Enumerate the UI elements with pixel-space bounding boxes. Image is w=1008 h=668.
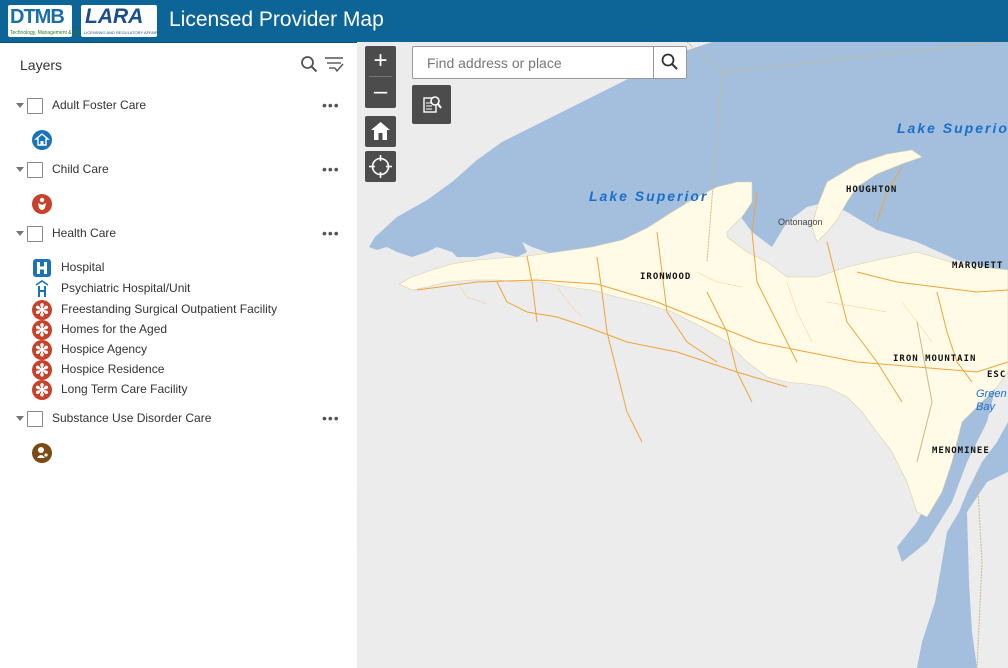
layer-visibility-checkbox[interactable] (27, 162, 43, 178)
app-root: DTMB Technology, Management & Budget LAR… (0, 0, 1008, 668)
filter-list-icon[interactable] (324, 55, 344, 73)
layers-panel-title: Layers (20, 57, 63, 73)
asterisk-icon: ✻ (32, 340, 52, 360)
dtmb-logo-text: DTMB (10, 6, 65, 28)
expand-caret-icon[interactable] (16, 231, 24, 236)
lara-logo: LARA LICENSING AND REGULATORY AFFAIRS (81, 5, 161, 37)
home-button[interactable] (365, 116, 396, 147)
asterisk-icon: ✻ (32, 300, 52, 320)
query-document-icon (423, 96, 442, 113)
city-label-escanaba: ESC (987, 370, 1007, 380)
psychiatric-hospital-icon (35, 280, 49, 297)
layer-visibility-checkbox[interactable] (27, 98, 43, 114)
green-bay-label: Green Bay (976, 388, 1007, 413)
more-options-button[interactable]: ••• (322, 226, 340, 240)
city-label-marquette: MARQUETT (952, 261, 1004, 271)
layer-label: Health Care (52, 226, 117, 240)
more-options-button[interactable]: ••• (322, 411, 340, 425)
hospital-icon (33, 259, 51, 277)
dtmb-logo: DTMB Technology, Management & Budget (8, 5, 89, 37)
legend-label: Homes for the Aged (61, 322, 168, 336)
expand-caret-icon[interactable] (16, 167, 24, 172)
zoom-out-button[interactable]: – (365, 77, 396, 107)
legend-item: ✻ Freestanding Surgical Outpatient Facil… (32, 300, 332, 320)
asterisk-icon: ✻ (32, 320, 52, 340)
legend-item: Hospital (32, 258, 332, 277)
child-care-icon (32, 194, 52, 214)
adult-foster-care-icon (32, 130, 52, 150)
lara-logo-subtitle: LICENSING AND REGULATORY AFFAIRS (84, 30, 161, 35)
zoom-control: + – (365, 46, 396, 108)
more-options-button[interactable]: ••• (322, 162, 340, 176)
locate-icon (369, 155, 392, 178)
expand-caret-icon[interactable] (16, 416, 24, 421)
city-label-houghton: HOUGHTON (846, 185, 898, 195)
city-label-menominee: MENOMINEE (932, 446, 990, 456)
layer-label: Substance Use Disorder Care (52, 411, 212, 425)
app-title: Licensed Provider Map (169, 8, 384, 31)
layer-label: Adult Foster Care (52, 98, 147, 112)
home-icon (371, 122, 390, 140)
asterisk-icon: ✻ (32, 380, 52, 400)
layers-panel: Layers Adult Foster Care ••• Child Care … (0, 43, 357, 668)
locate-button[interactable] (365, 151, 396, 182)
address-search-input[interactable] (425, 47, 649, 78)
city-label-ontonagon: Ontonagon (778, 217, 823, 227)
lake-superior-label: Lake Superior (589, 188, 709, 204)
lake-superior-label: Lake Superior (897, 120, 1008, 136)
expand-caret-icon[interactable] (16, 103, 24, 108)
substance-use-icon (32, 443, 52, 463)
legend-item: ✻ Hospice Residence (32, 360, 332, 380)
legend-label: Hospice Agency (61, 342, 148, 356)
asterisk-icon: ✻ (32, 360, 52, 380)
legend-label: Long Term Care Facility (61, 382, 188, 396)
city-label-iron-mountain: IRON MOUNTAIN (893, 354, 977, 364)
app-header: DTMB Technology, Management & Budget LAR… (0, 0, 1008, 43)
legend-label: Freestanding Surgical Outpatient Facilit… (61, 302, 278, 316)
layer-visibility-checkbox[interactable] (27, 226, 43, 242)
legend-item: Psychiatric Hospital/Unit (32, 279, 332, 297)
more-options-button[interactable]: ••• (322, 98, 340, 112)
address-search-field (412, 46, 654, 79)
zoom-in-button[interactable]: + (365, 46, 396, 76)
legend-item: ✻ Hospice Agency (32, 340, 332, 360)
layer-visibility-checkbox[interactable] (27, 411, 43, 427)
legend-item: ✻ Homes for the Aged (32, 320, 332, 340)
dtmb-logo-subtitle: Technology, Management & Budget (10, 30, 89, 36)
search-icon[interactable] (300, 55, 318, 73)
legend-label: Hospice Residence (61, 362, 165, 376)
search-icon (661, 53, 678, 70)
map-view[interactable]: Lake Superior Lake Superior HOUGHTON Ont… (357, 42, 1008, 668)
address-search-button[interactable] (653, 46, 687, 79)
query-button[interactable] (412, 85, 451, 124)
legend-label: Hospital (61, 260, 105, 274)
layer-label: Child Care (52, 162, 109, 176)
legend-label: Psychiatric Hospital/Unit (61, 281, 191, 295)
lara-logo-text: LARA (85, 5, 144, 28)
legend-item: ✻ Long Term Care Facility (32, 380, 332, 400)
city-label-ironwood: IRONWOOD (640, 272, 692, 282)
